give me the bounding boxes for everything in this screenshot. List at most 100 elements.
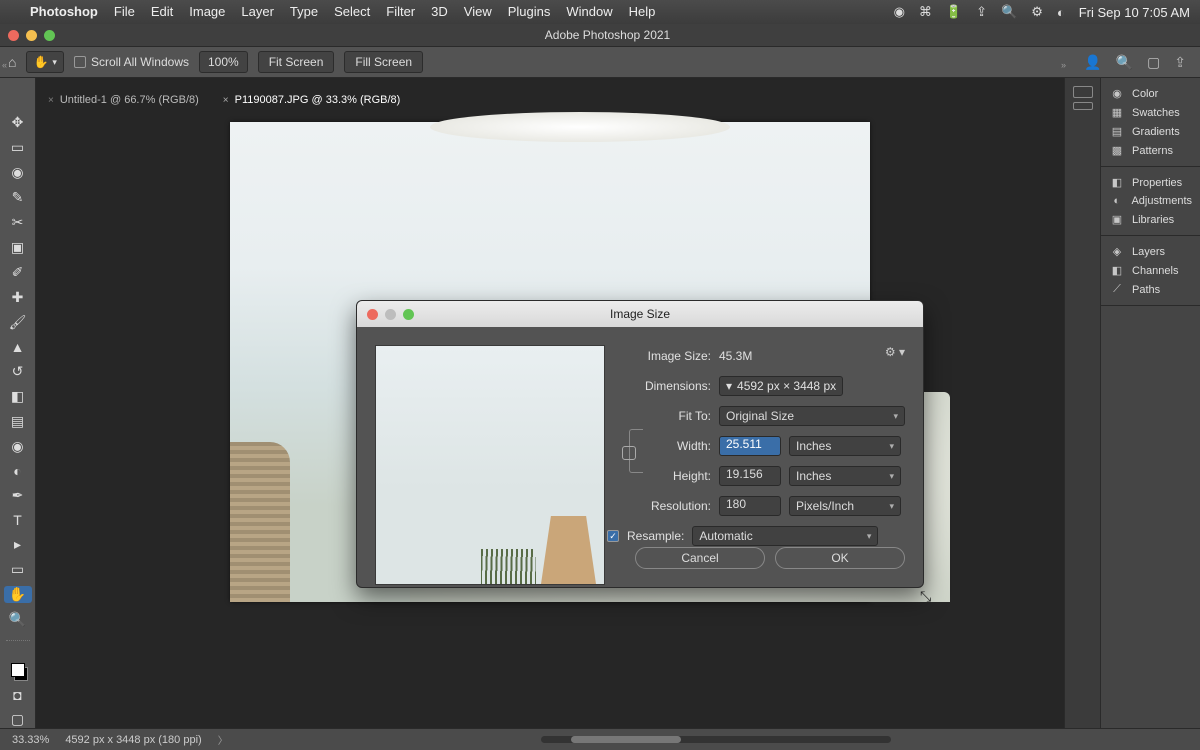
status-zoom[interactable]: 33.33% [12,734,49,746]
panel-adjustments[interactable]: ◐Adjustments [1101,192,1200,210]
healing-tool[interactable]: ✚ [4,289,32,306]
panel-toggle-icon[interactable] [1073,86,1093,98]
document-tab-1[interactable]: × Untitled-1 @ 66.7% (RGB/8) [36,90,211,110]
close-tab-icon[interactable]: × [48,95,54,106]
dialog-titlebar[interactable]: Image Size [357,301,923,327]
screen-mode-tool[interactable]: ▢ [4,711,32,728]
frame-tool[interactable]: ▣ [4,239,32,256]
dialog-form: ⚙ ▾ Image Size: 45.3M Dimensions: ▾ 4592… [623,345,905,569]
collapse-toolbar-icon[interactable]: « [2,60,7,70]
control-center-icon[interactable]: ⚙ [1031,4,1043,20]
brush-tool[interactable]: 🖌 [4,314,32,331]
width-unit-dropdown[interactable]: Inches▾ [789,436,901,456]
path-select-tool[interactable]: ▸ [4,536,32,553]
horizontal-scrollbar[interactable] [541,736,891,743]
gradient-tool[interactable]: ▤ [4,413,32,430]
workspace-icon[interactable]: ▢ [1147,54,1160,71]
menu-view[interactable]: View [456,0,500,24]
record-icon[interactable]: ◉ [894,4,905,20]
resolution-label: Resolution: [623,499,711,513]
lasso-tool[interactable]: ◉ [4,164,32,181]
history-brush-tool[interactable]: ↺ [4,363,32,380]
fit-screen-button[interactable]: Fit Screen [258,51,335,73]
blur-tool[interactable]: ◉ [4,438,32,455]
search-ps-icon[interactable]: 🔍 [1116,54,1133,71]
pen-tool[interactable]: ✒ [4,487,32,504]
menu-edit[interactable]: Edit [143,0,181,24]
siri-icon[interactable]: ◐ [1057,5,1065,20]
color-swatch[interactable] [4,661,32,679]
hand-tool[interactable]: ✋ [4,586,32,603]
menu-type[interactable]: Type [282,0,326,24]
panel-swatches[interactable]: ▦Swatches [1101,103,1200,122]
eyedropper-tool[interactable]: ✐ [4,264,32,281]
dialog-preview[interactable] [375,345,605,585]
dimensions-dropdown[interactable]: ▾ 4592 px × 3448 px [719,376,843,396]
panel-libraries[interactable]: ▣Libraries [1101,210,1200,229]
menu-help[interactable]: Help [621,0,664,24]
resolution-unit-dropdown[interactable]: Pixels/Inch▾ [789,496,901,516]
search-cloud-icon[interactable]: 👤 [1084,54,1101,71]
home-icon[interactable]: ⌂ [8,54,16,70]
width-input[interactable]: 25.511 [719,436,781,456]
close-tab-icon[interactable]: × [223,95,229,106]
quick-select-tool[interactable]: ✎ [4,189,32,206]
panel-color[interactable]: ◉Color [1101,84,1200,103]
menu-select[interactable]: Select [326,0,378,24]
panel-channels[interactable]: ◧Channels [1101,261,1200,280]
battery-icon[interactable]: 🔋 [946,4,962,20]
panel-gradients[interactable]: ▤Gradients [1101,122,1200,141]
fill-screen-button[interactable]: Fill Screen [344,51,423,73]
share-icon[interactable]: ⇪ [1174,54,1186,71]
cancel-button[interactable]: Cancel [635,547,765,569]
panel-paths[interactable]: ⟋Paths [1101,280,1200,299]
rectangle-tool[interactable]: ▭ [4,561,32,578]
panel-patterns[interactable]: ▩Patterns [1101,141,1200,160]
type-tool[interactable]: T [4,512,32,528]
wifi-icon[interactable]: ⇪ [976,4,987,20]
clone-tool[interactable]: ▲ [4,339,32,355]
menu-3d[interactable]: 3D [423,0,456,24]
height-label: Height: [643,469,711,483]
fit-to-dropdown[interactable]: Original Size▾ [719,406,905,426]
ok-button[interactable]: OK [775,547,905,569]
dodge-tool[interactable]: ◐ [4,463,32,479]
menu-window[interactable]: Window [558,0,620,24]
hand-tool-indicator[interactable]: ✋ ▾ [26,51,63,73]
scrollbar-thumb[interactable] [571,736,681,743]
resample-checkbox[interactable]: ✓ [607,530,619,542]
menu-plugins[interactable]: Plugins [500,0,559,24]
status-chevron-icon[interactable]: 〉 [218,732,228,747]
menu-image[interactable]: Image [181,0,233,24]
resample-dropdown[interactable]: Automatic▾ [692,526,878,546]
panel-toggle-icon[interactable] [1073,102,1093,110]
move-tool[interactable]: ✥ [4,114,32,131]
collapsed-panel-strip[interactable] [1064,78,1100,728]
height-unit-dropdown[interactable]: Inches▾ [789,466,901,486]
gear-icon[interactable]: ⚙ ▾ [885,345,905,359]
menubar-clock[interactable]: Fri Sep 10 7:05 AM [1079,5,1190,20]
resolution-input[interactable]: 180 [719,496,781,516]
menu-filter[interactable]: Filter [378,0,423,24]
collapse-panels-icon[interactable]: » [1061,60,1066,70]
panel-properties[interactable]: ◧Properties [1101,173,1200,192]
zoom-field[interactable]: 100% [199,51,248,73]
crop-tool[interactable]: ✂ [4,214,32,231]
scroll-all-windows-checkbox[interactable]: Scroll All Windows [74,55,189,69]
zoom-tool[interactable]: 🔍 [4,611,32,628]
marquee-tool[interactable]: ▭ [4,139,32,156]
document-tab-2[interactable]: × P1190087.JPG @ 33.3% (RGB/8) [211,90,413,110]
status-dimensions[interactable]: 4592 px x 3448 px (180 ppi) [65,734,201,746]
link-dimensions-icon[interactable] [629,429,643,473]
channels-icon: ◧ [1109,264,1125,277]
eraser-tool[interactable]: ◧ [4,388,32,405]
menu-app[interactable]: Photoshop [22,0,106,24]
menu-file[interactable]: File [106,0,143,24]
panel-layers[interactable]: ◈Layers [1101,242,1200,261]
cc-icon[interactable]: ⌘ [919,4,932,20]
quick-mask-tool[interactable]: ◘ [4,687,32,703]
menu-layer[interactable]: Layer [233,0,282,24]
height-input[interactable]: 19.156 [719,466,781,486]
canvas-area[interactable]: Image Size ⚙ ▾ Image Size: 45.3M Dimensi… [36,78,1064,728]
search-icon[interactable]: 🔍 [1001,4,1017,20]
